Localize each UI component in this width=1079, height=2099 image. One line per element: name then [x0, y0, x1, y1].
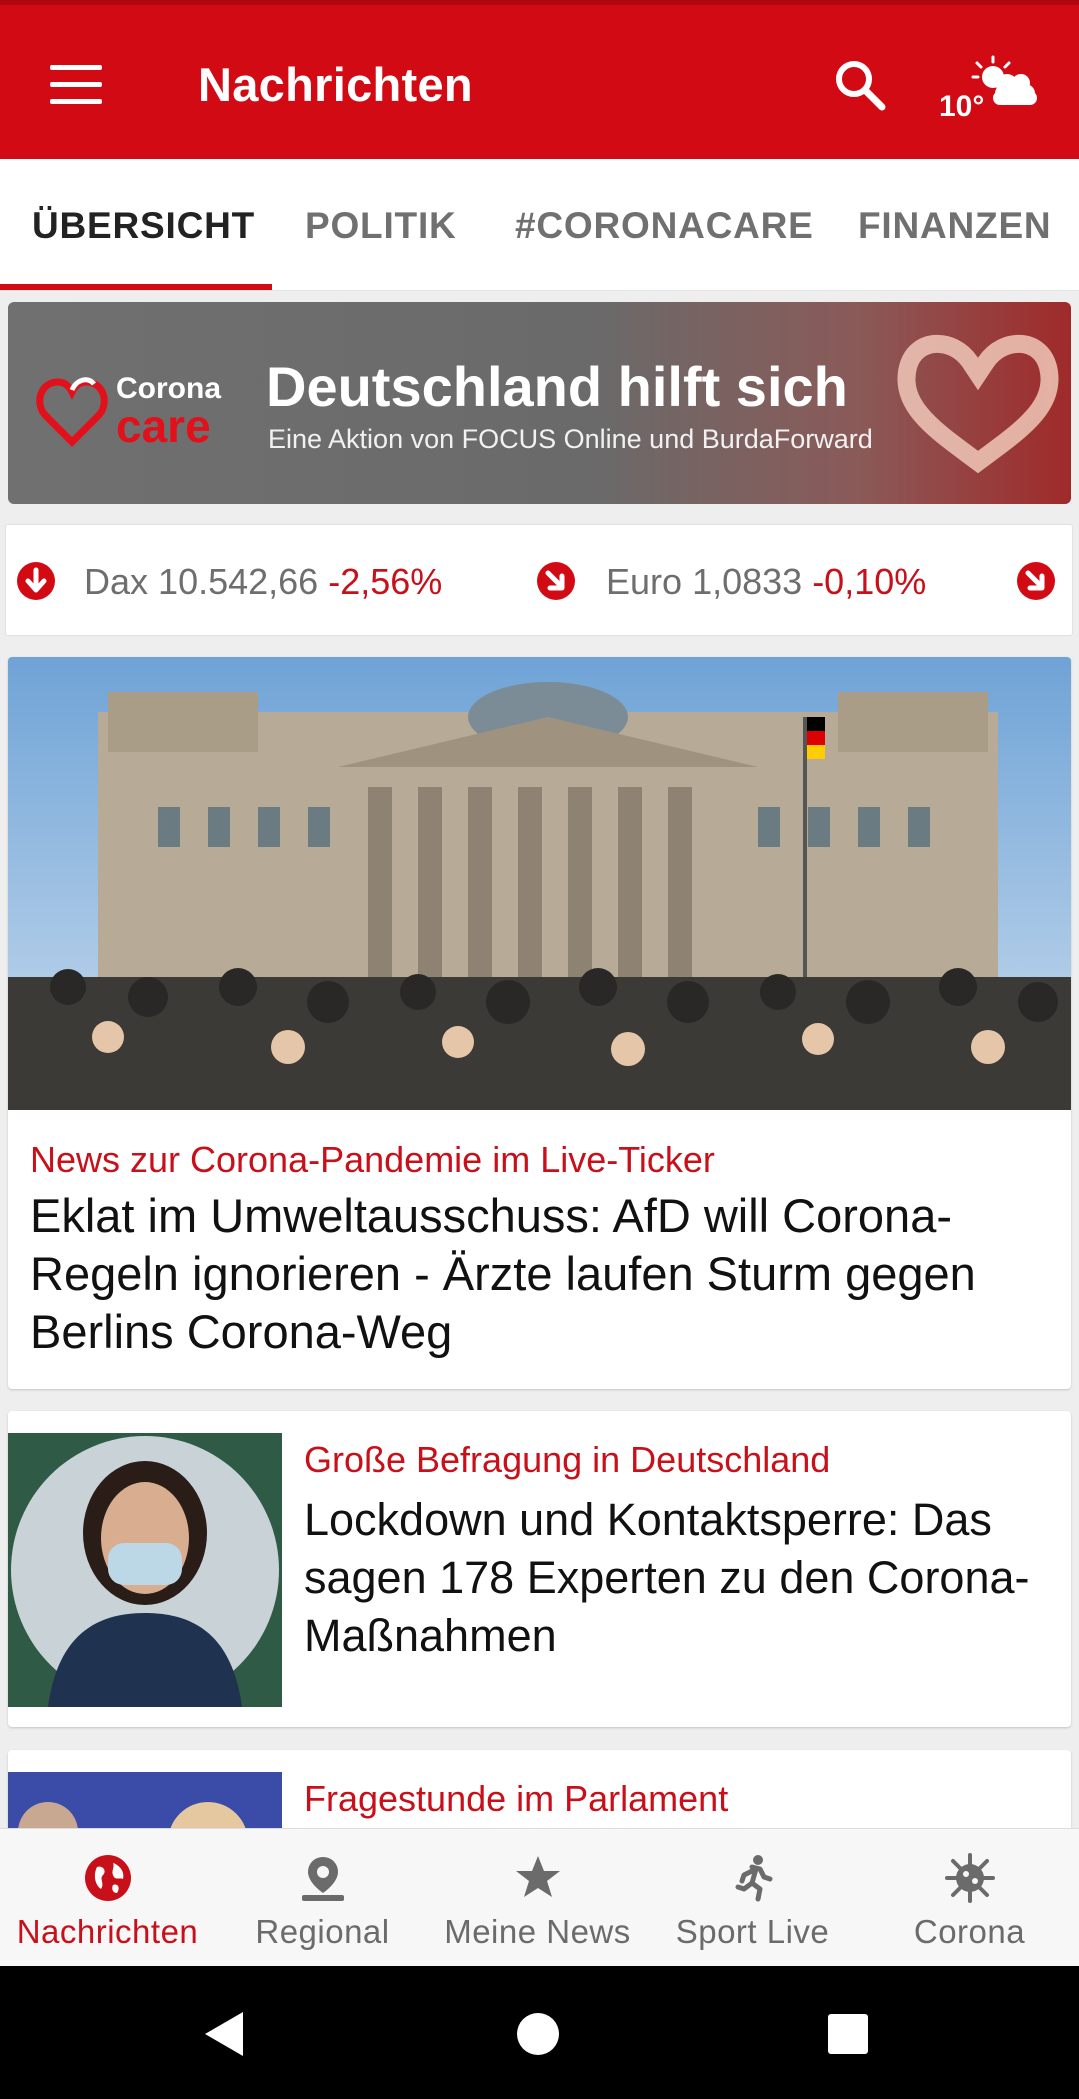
recents-icon[interactable] — [818, 2004, 878, 2064]
bottom-navigation: Nachrichten Regional Meine News Sport Li… — [0, 1828, 1079, 1966]
app-title: Nachrichten — [198, 58, 473, 111]
system-navigation-bar — [0, 1966, 1079, 2099]
app-bar: Nachrichten 10° — [0, 0, 1079, 159]
weather-temperature: 10° — [939, 90, 985, 123]
nav-label: Nachrichten — [16, 1913, 199, 1950]
tab-coronacare[interactable]: #CORONACARE — [515, 205, 814, 247]
logo-word-care: care — [116, 400, 211, 452]
heart-hands-icon — [897, 334, 1059, 474]
tab-finanzen[interactable]: FINANZEN — [858, 205, 1051, 247]
reichstag-crowd-photo — [8, 657, 1071, 1110]
star-icon — [516, 1856, 560, 1897]
coronacare-banner[interactable]: Corona care Deutschland hilft sich Eine … — [8, 302, 1071, 504]
article-card[interactable]: Große Befragung in Deutschland Lockdown … — [8, 1411, 1071, 1727]
virus-icon — [945, 1853, 995, 1903]
banner-subtitle: Eine Aktion von FOCUS Online und BurdaFo… — [268, 424, 873, 454]
coronacare-logo: Corona care — [36, 372, 221, 452]
market-ticker[interactable]: Dax 10.542,66 -2,56% Euro 1,0833 -0,10% — [5, 524, 1073, 636]
article-headline[interactable]: Lockdown und Kontaktsperre: Das sagen 17… — [304, 1491, 1044, 1665]
nav-item-sport-live[interactable]: Sport Live — [645, 1829, 860, 1967]
weather-widget[interactable]: 10° — [935, 55, 1040, 125]
nav-label: Sport Live — [675, 1913, 830, 1950]
location-pin-icon — [302, 1857, 344, 1901]
search-icon[interactable] — [832, 57, 888, 113]
nav-item-regional[interactable]: Regional — [215, 1829, 430, 1967]
ticker-item-euro: Euro 1,0833 -0,10% — [606, 561, 927, 602]
nav-label: Regional — [255, 1913, 390, 1950]
globe-icon — [85, 1855, 131, 1901]
category-tabs: ÜBERSICHT POLITIK #CORONACARE FINANZEN — [0, 159, 1079, 291]
nav-item-corona[interactable]: Corona — [862, 1829, 1077, 1967]
arrow-down-right-icon — [537, 562, 575, 600]
nav-item-meine-news[interactable]: Meine News — [430, 1829, 645, 1967]
ticker-item-dax: Dax 10.542,66 -2,56% — [84, 561, 443, 602]
tab-uebersicht[interactable]: ÜBERSICHT — [32, 205, 255, 247]
arrow-down-right-icon — [1017, 562, 1055, 600]
hamburger-menu-icon[interactable] — [50, 65, 102, 105]
tab-politik[interactable]: POLITIK — [305, 205, 457, 247]
active-tab-indicator — [0, 284, 272, 290]
nav-item-nachrichten[interactable]: Nachrichten — [0, 1829, 215, 1967]
nav-label: Corona — [913, 1913, 1026, 1950]
arrow-down-icon — [17, 562, 55, 600]
back-icon[interactable] — [195, 2004, 255, 2064]
banner-title: Deutschland hilft sich — [266, 355, 848, 418]
nav-label: Meine News — [444, 1913, 631, 1950]
article-headline[interactable]: Eklat im Umweltausschuss: AfD will Coron… — [30, 1187, 1060, 1361]
article-card-hero[interactable]: News zur Corona-Pandemie im Live-Ticker … — [8, 657, 1071, 1389]
article-kicker: News zur Corona-Pandemie im Live-Ticker — [30, 1139, 715, 1180]
article-kicker: Fragestunde im Parlament — [304, 1778, 729, 1819]
woman-with-mask-photo — [8, 1433, 282, 1707]
runner-icon — [735, 1855, 773, 1902]
article-kicker: Große Befragung in Deutschland — [304, 1439, 831, 1480]
home-icon[interactable] — [508, 2004, 568, 2064]
